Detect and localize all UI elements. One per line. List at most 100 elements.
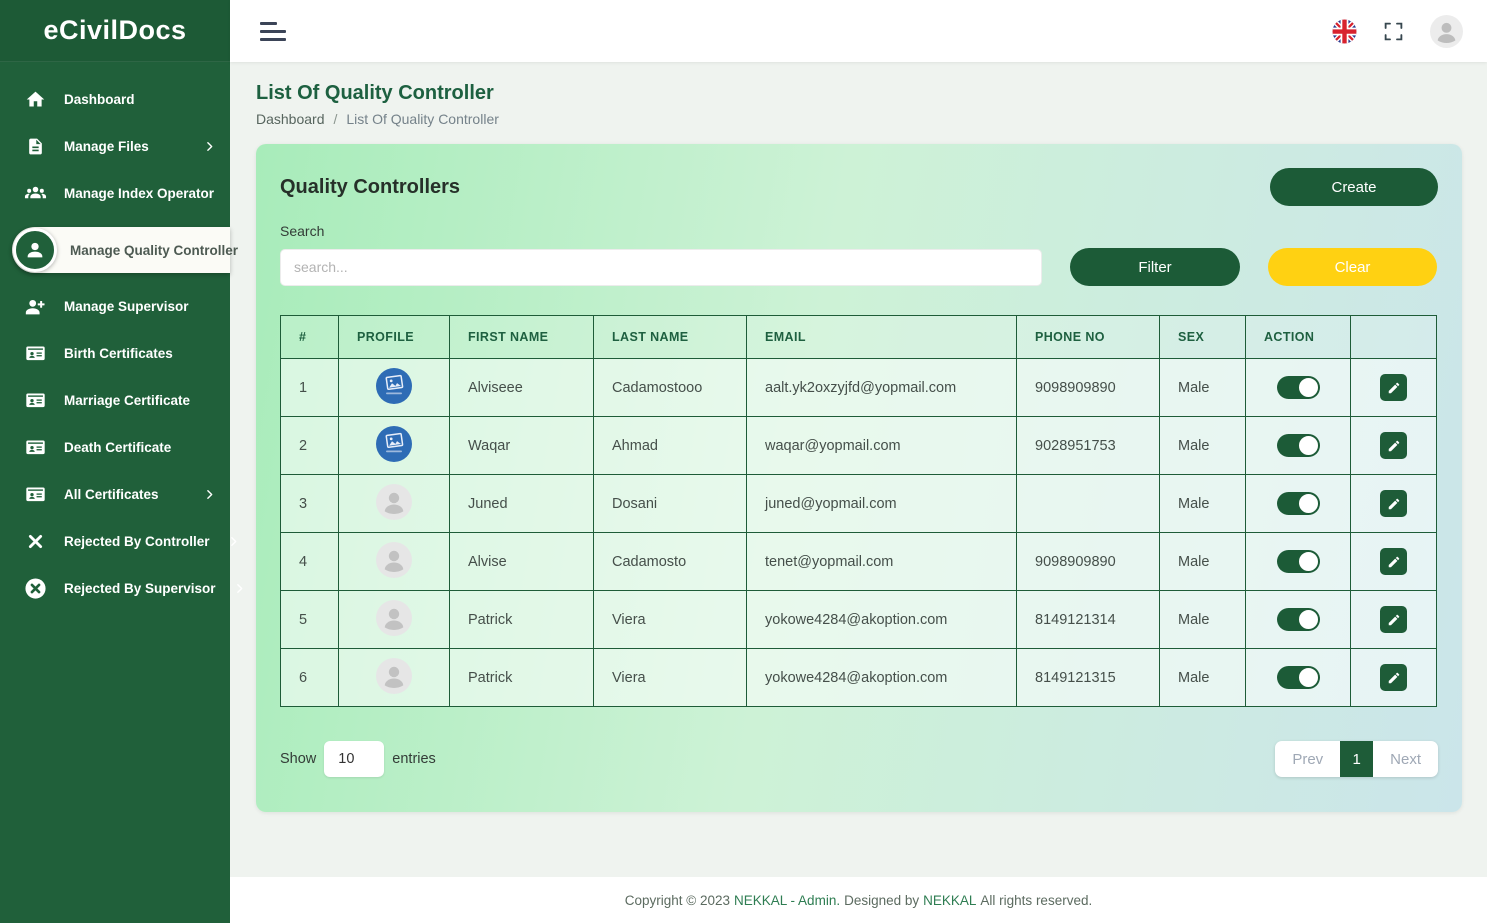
action-cell [1246, 649, 1351, 707]
header-first-name: FIRST NAME [450, 316, 594, 359]
status-toggle[interactable] [1277, 492, 1320, 515]
create-button[interactable]: Create [1270, 168, 1438, 206]
action-cell [1246, 475, 1351, 533]
email-cell: yokowe4284@akoption.com [747, 591, 1017, 649]
language-flag-icon[interactable] [1332, 19, 1357, 44]
row-index: 5 [281, 591, 339, 649]
sidebar-item-manage-files[interactable]: Manage Files [0, 123, 230, 170]
sidebar-item-all-certificates[interactable]: All Certificates [0, 471, 230, 518]
quality-controllers-table: # PROFILE FIRST NAME LAST NAME EMAIL PHO… [280, 315, 1437, 707]
card-header: Quality Controllers Create [280, 168, 1438, 206]
status-toggle[interactable] [1277, 376, 1320, 399]
table-footer: Show entries Prev 1 Next [280, 741, 1438, 777]
table-row: 2 Waqar Ahmad waqar@yopmail.com 90289517… [281, 417, 1437, 475]
sidebar-item-label: Manage Files [64, 139, 149, 154]
sidebar-item-label: Marriage Certificate [64, 393, 190, 408]
id-card-icon [23, 390, 47, 411]
first-name-cell: Alvise [450, 533, 594, 591]
search-input[interactable] [280, 249, 1042, 286]
topbar [230, 0, 1487, 62]
photo-avatar-icon [376, 368, 412, 404]
sidebar-item-dashboard[interactable]: Dashboard [0, 76, 230, 123]
footer-copyright: Copyright © 2023 [625, 893, 730, 908]
table-row: 1 Alviseee Cadamostooo aalt.yk2oxzyjfd@y… [281, 359, 1437, 417]
sex-cell: Male [1160, 649, 1246, 707]
email-cell: yokowe4284@akoption.com [747, 649, 1017, 707]
main-area: List Of Quality Controller Dashboard / L… [230, 0, 1487, 923]
edit-button[interactable] [1380, 548, 1407, 575]
card-title: Quality Controllers [280, 176, 460, 199]
status-toggle[interactable] [1277, 608, 1320, 631]
sidebar-item-manage-supervisor[interactable]: Manage Supervisor [0, 283, 230, 330]
fullscreen-icon[interactable] [1383, 21, 1404, 42]
current-page-button[interactable]: 1 [1340, 741, 1373, 777]
phone-cell: 8149121314 [1017, 591, 1160, 649]
first-name-cell: Patrick [450, 649, 594, 707]
status-toggle[interactable] [1277, 666, 1320, 689]
edit-button[interactable] [1380, 490, 1407, 517]
row-index: 3 [281, 475, 339, 533]
next-page-button[interactable]: Next [1373, 741, 1438, 777]
sidebar-item-marriage-certificate[interactable]: Marriage Certificate [0, 377, 230, 424]
profile-cell [339, 591, 450, 649]
profile-avatar [376, 368, 412, 404]
table-header-row: # PROFILE FIRST NAME LAST NAME EMAIL PHO… [281, 316, 1437, 359]
sidebar: eCivilDocs Dashboard Manage Files [0, 0, 230, 923]
status-toggle[interactable] [1277, 434, 1320, 457]
pencil-icon [1387, 555, 1401, 569]
edit-cell [1351, 591, 1437, 649]
filter-button[interactable]: Filter [1070, 248, 1240, 286]
phone-cell: 9028951753 [1017, 417, 1160, 475]
profile-avatar [376, 426, 412, 462]
phone-cell: 9098909890 [1017, 533, 1160, 591]
person-circle-icon [13, 228, 57, 272]
last-name-cell: Cadamosto [594, 533, 747, 591]
sidebar-item-label: Dashboard [64, 92, 135, 107]
sidebar-item-manage-index-operator[interactable]: Manage Index Operator [0, 170, 230, 217]
action-cell [1246, 591, 1351, 649]
first-name-cell: Juned [450, 475, 594, 533]
photo-avatar-icon [376, 426, 412, 462]
topbar-actions [1332, 15, 1463, 48]
profile-avatar [376, 658, 412, 694]
footer-designed-by: Designed by [844, 893, 919, 908]
person-plus-icon [23, 296, 47, 318]
edit-cell [1351, 359, 1437, 417]
row-index: 1 [281, 359, 339, 417]
edit-button[interactable] [1380, 432, 1407, 459]
profile-avatar [376, 600, 412, 636]
app-logo[interactable]: eCivilDocs [43, 15, 186, 46]
search-row: Filter Clear [280, 248, 1438, 286]
footer-rights: All rights reserved. [980, 893, 1092, 908]
edit-button[interactable] [1380, 664, 1407, 691]
edit-button[interactable] [1380, 606, 1407, 633]
sidebar-item-rejected-by-controller[interactable]: Rejected By Controller [0, 518, 230, 565]
sidebar-item-rejected-by-supervisor[interactable]: Rejected By Supervisor [0, 565, 230, 612]
email-cell: tenet@yopmail.com [747, 533, 1017, 591]
profile-cell [339, 417, 450, 475]
header-phone: PHONE NO [1017, 316, 1160, 359]
edit-cell [1351, 417, 1437, 475]
clear-button[interactable]: Clear [1268, 248, 1437, 286]
row-index: 4 [281, 533, 339, 591]
sidebar-item-manage-quality-controller[interactable]: Manage Quality Controller [12, 227, 230, 273]
sex-cell: Male [1160, 417, 1246, 475]
edit-button[interactable] [1380, 374, 1407, 401]
prev-page-button[interactable]: Prev [1275, 741, 1340, 777]
entries-count-input[interactable] [324, 741, 384, 777]
status-toggle[interactable] [1277, 550, 1320, 573]
last-name-cell: Dosani [594, 475, 747, 533]
table-row: 5 Patrick Viera yokowe4284@akoption.com … [281, 591, 1437, 649]
header-email: EMAIL [747, 316, 1017, 359]
sex-cell: Male [1160, 591, 1246, 649]
pencil-icon [1387, 439, 1401, 453]
user-avatar[interactable] [1430, 15, 1463, 48]
sidebar-item-death-certificate[interactable]: Death Certificate [0, 424, 230, 471]
breadcrumb-dashboard-link[interactable]: Dashboard [256, 111, 325, 127]
hamburger-menu-icon[interactable] [256, 18, 290, 45]
sidebar-item-birth-certificates[interactable]: Birth Certificates [0, 330, 230, 377]
x-icon [23, 532, 47, 551]
footer-brand-link[interactable]: NEKKAL [923, 893, 976, 908]
footer-brand-admin-link[interactable]: NEKKAL - Admin. [734, 893, 840, 908]
edit-cell [1351, 475, 1437, 533]
